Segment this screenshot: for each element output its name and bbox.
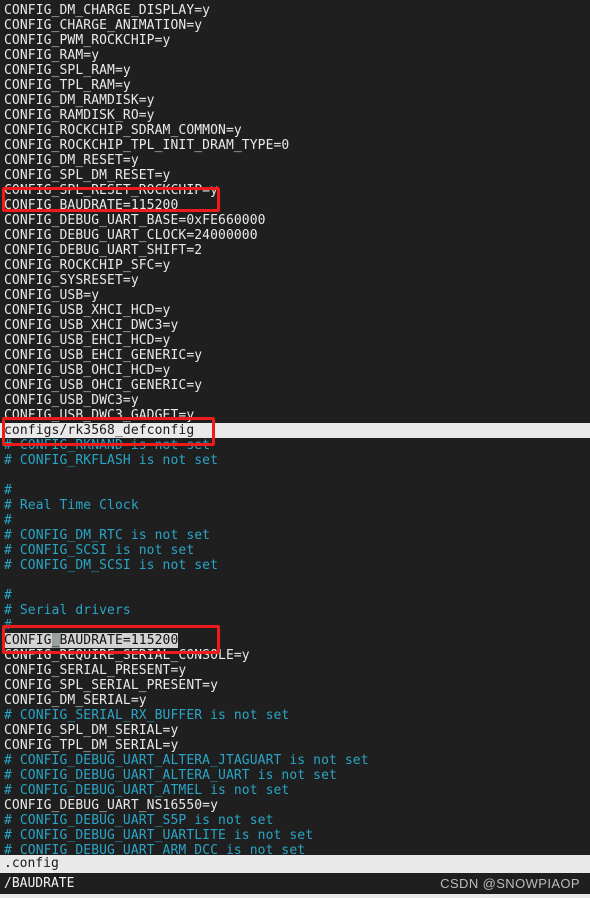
buffer-line: # Serial drivers xyxy=(4,603,131,618)
buffer-line: # CONFIG_SERIAL_RX_BUFFER is not set xyxy=(4,708,290,723)
buffer-line: CONFIG_DEBUG_UART_BASE=0xFE660000 xyxy=(4,213,266,228)
buffer-line: CONFIG_DEBUG_UART_NS16550=y xyxy=(4,798,219,813)
status-bar-filename: .config xyxy=(0,855,590,873)
buffer-line: # Real Time Clock xyxy=(4,498,139,513)
buffer-line: CONFIG_DEBUG_UART_CLOCK=24000000 xyxy=(4,228,258,243)
buffer-line: CONFIG_USB_OHCI_GENERIC=y xyxy=(4,378,203,393)
buffer-line: CONFIG_CHARGE_ANIMATION=y xyxy=(4,18,203,33)
buffer-line: CONFIG_DM_CHARGE_DISPLAY=y xyxy=(4,3,211,18)
buffer-line: CONFIG_USB_DWC3=y xyxy=(4,393,139,408)
buffer-line: # xyxy=(4,588,12,603)
buffer-line: # CONFIG_DM_RTC is not set xyxy=(4,528,211,543)
buffer-line: CONFIG_USB=y xyxy=(4,288,100,303)
buffer-line: CONFIG_SPL_DM_SERIAL=y xyxy=(4,723,179,738)
buffer-line: CONFIG_RAM=y xyxy=(4,48,100,63)
buffer-line: CONFIG_ROCKCHIP_SDRAM_COMMON=y xyxy=(4,123,242,138)
buffer-line: # CONFIG_DEBUG_UART_UARTLITE is not set xyxy=(4,828,314,843)
buffer-line: CONFIG_ROCKCHIP_SFC=y xyxy=(4,258,171,273)
buffer-line: CONFIG_USB_DWC3_GADGET=y xyxy=(4,408,195,423)
buffer-line: CONFIG_USB_XHCI_DWC3=y xyxy=(4,318,179,333)
buffer-line xyxy=(0,573,590,588)
buffer-line: # xyxy=(4,513,12,528)
text-buffer[interactable]: CONFIG_DM_CHARGE_DISPLAY=y CONFIG_CHARGE_… xyxy=(0,0,590,858)
buffer-line: configs/rk3568_defconfig xyxy=(0,423,590,438)
buffer-line: # CONFIG_DEBUG_UART_ALTERA_JTAGUART is n… xyxy=(4,753,369,768)
buffer-line: CONFIG_ROCKCHIP_TPL_INIT_DRAM_TYPE=0 xyxy=(4,138,290,153)
buffer-line: # CONFIG_DEBUG_UART_ATMEL is not set xyxy=(4,783,290,798)
buffer-line: # xyxy=(4,618,12,633)
buffer-line: CONFIG_DM_RESET=y xyxy=(4,153,139,168)
buffer-line: CONFIG_USB_OHCI_HCD=y xyxy=(4,363,171,378)
buffer-line: # CONFIG_RKFLASH is not set xyxy=(4,453,219,468)
buffer-line: CONFIG_DEBUG_UART_SHIFT=2 xyxy=(4,243,203,258)
buffer-line: CONFIG_SPL_RESET_ROCKCHIP=y xyxy=(4,183,219,198)
buffer-line: # CONFIG_RKNAND is not set xyxy=(4,438,211,453)
buffer-line: CONFIG_SPL_SERIAL_PRESENT=y xyxy=(4,678,219,693)
buffer-line: CONFIG_PWM_ROCKCHIP=y xyxy=(4,33,171,48)
buffer-line: CONFIG_DM_RAMDISK=y xyxy=(4,93,155,108)
buffer-line xyxy=(0,468,590,483)
buffer-line: CONFIG_USB_XHCI_HCD=y xyxy=(4,303,171,318)
buffer-line: CONFIG_TPL_RAM=y xyxy=(4,78,131,93)
buffer-line: CONFIG_REQUIRE_SERIAL_CONSOLE=y xyxy=(4,648,250,663)
buffer-line: CONFIG_BAUDRATE=115200 xyxy=(4,198,179,213)
buffer-line: # xyxy=(4,483,12,498)
bottom-edge xyxy=(0,894,590,898)
buffer-line: # CONFIG_DM_SCSI is not set xyxy=(4,558,219,573)
search-match-highlight: CONFIG_BAUDRATE=115200 xyxy=(4,633,179,648)
buffer-line: CONFIG_SYSRESET=y xyxy=(4,273,139,288)
buffer-line: CONFIG_BAUDRATE=115200 xyxy=(0,633,590,648)
buffer-line: # CONFIG_DEBUG_UART_S5P is not set xyxy=(4,813,274,828)
watermark: CSDN @SNOWPIAOP xyxy=(440,876,580,891)
buffer-line: CONFIG_USB_EHCI_HCD=y xyxy=(4,333,171,348)
buffer-line: CONFIG_DM_SERIAL=y xyxy=(4,693,147,708)
text-cursor: _ xyxy=(51,633,60,648)
buffer-line: CONFIG_TPL_DM_SERIAL=y xyxy=(4,738,179,753)
buffer-line: CONFIG_SPL_DM_RESET=y xyxy=(4,168,171,183)
buffer-line: CONFIG_SERIAL_PRESENT=y xyxy=(4,663,187,678)
buffer-line: CONFIG_SPL_RAM=y xyxy=(4,63,131,78)
buffer-line: # CONFIG_DEBUG_UART_ALTERA_UART is not s… xyxy=(4,768,337,783)
buffer-line: CONFIG_USB_EHCI_GENERIC=y xyxy=(4,348,203,363)
buffer-line: CONFIG_RAMDISK_RO=y xyxy=(4,108,155,123)
terminal-window: CONFIG_DM_CHARGE_DISPLAY=y CONFIG_CHARGE_… xyxy=(0,0,590,898)
buffer-line: # CONFIG_SCSI is not set xyxy=(4,543,195,558)
